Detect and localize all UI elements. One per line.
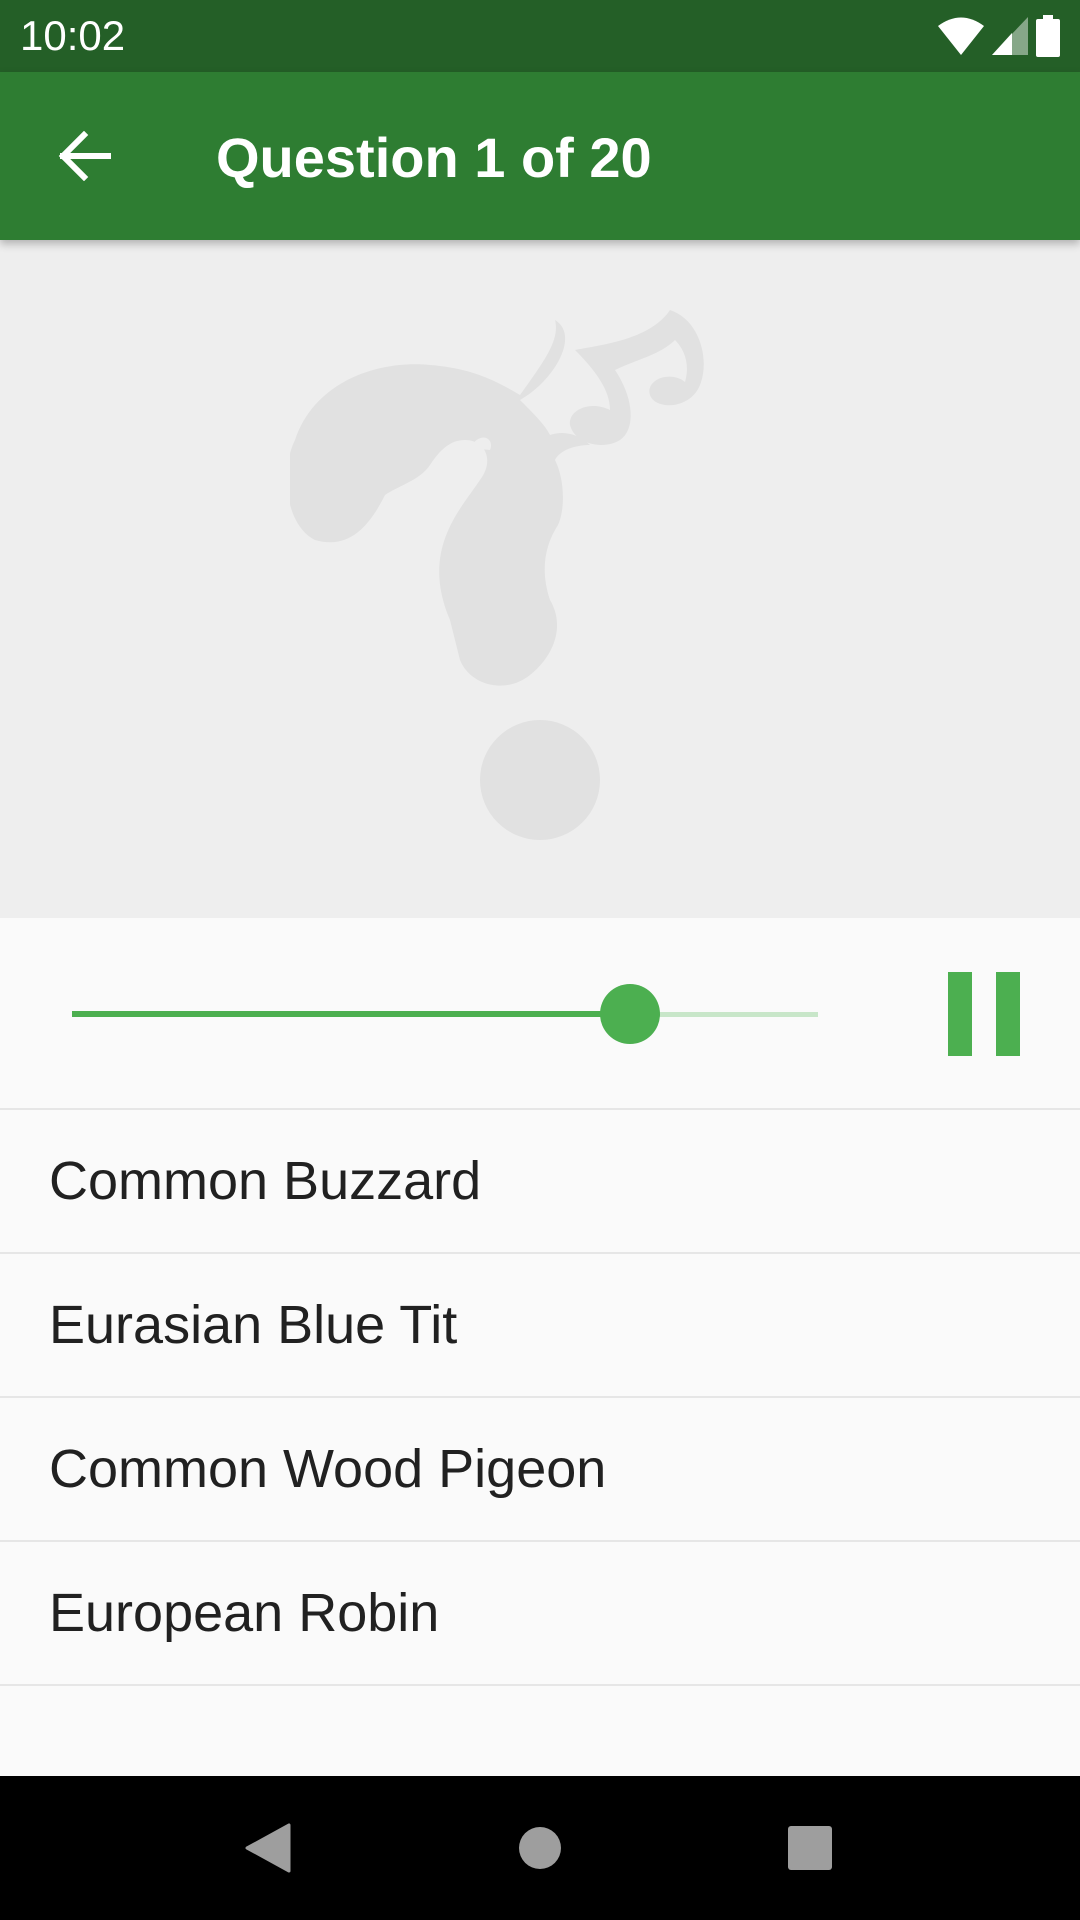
system-nav-bar [0,1776,1080,1920]
pause-button[interactable] [930,964,1030,1064]
nav-home-button[interactable] [490,1798,590,1898]
battery-icon [1036,15,1060,57]
arrow-back-icon [58,131,111,181]
page-title: Question 1 of 20 [216,126,652,189]
nav-back-button[interactable] [218,1798,318,1898]
app-bar: Question 1 of 20 [0,72,1080,240]
back-triangle-icon [245,1823,291,1873]
nav-recents-button[interactable] [760,1798,860,1898]
audio-seekbar[interactable] [72,984,818,1044]
recents-square-icon [788,1826,832,1870]
status-icons [938,14,1060,58]
cell-signal-icon [992,17,1028,55]
seekbar-thumb[interactable] [600,984,660,1044]
audio-player [0,918,1080,1110]
seekbar-progress [72,1011,630,1017]
answer-option[interactable]: Common Buzzard [0,1110,1080,1254]
bird-image-area [0,240,1080,918]
answer-option[interactable]: Eurasian Blue Tit [0,1254,1080,1398]
answer-list: Common Buzzard Eurasian Blue Tit Common … [0,1110,1080,1686]
status-time: 10:02 [20,12,126,59]
answer-option[interactable]: Common Wood Pigeon [0,1398,1080,1542]
answer-option[interactable]: European Robin [0,1542,1080,1686]
back-button[interactable] [36,108,132,204]
status-bar: 10:02 [0,0,1080,72]
wifi-icon [938,17,984,55]
home-circle-icon [519,1827,561,1869]
mystery-bird-question-icon [290,310,704,840]
